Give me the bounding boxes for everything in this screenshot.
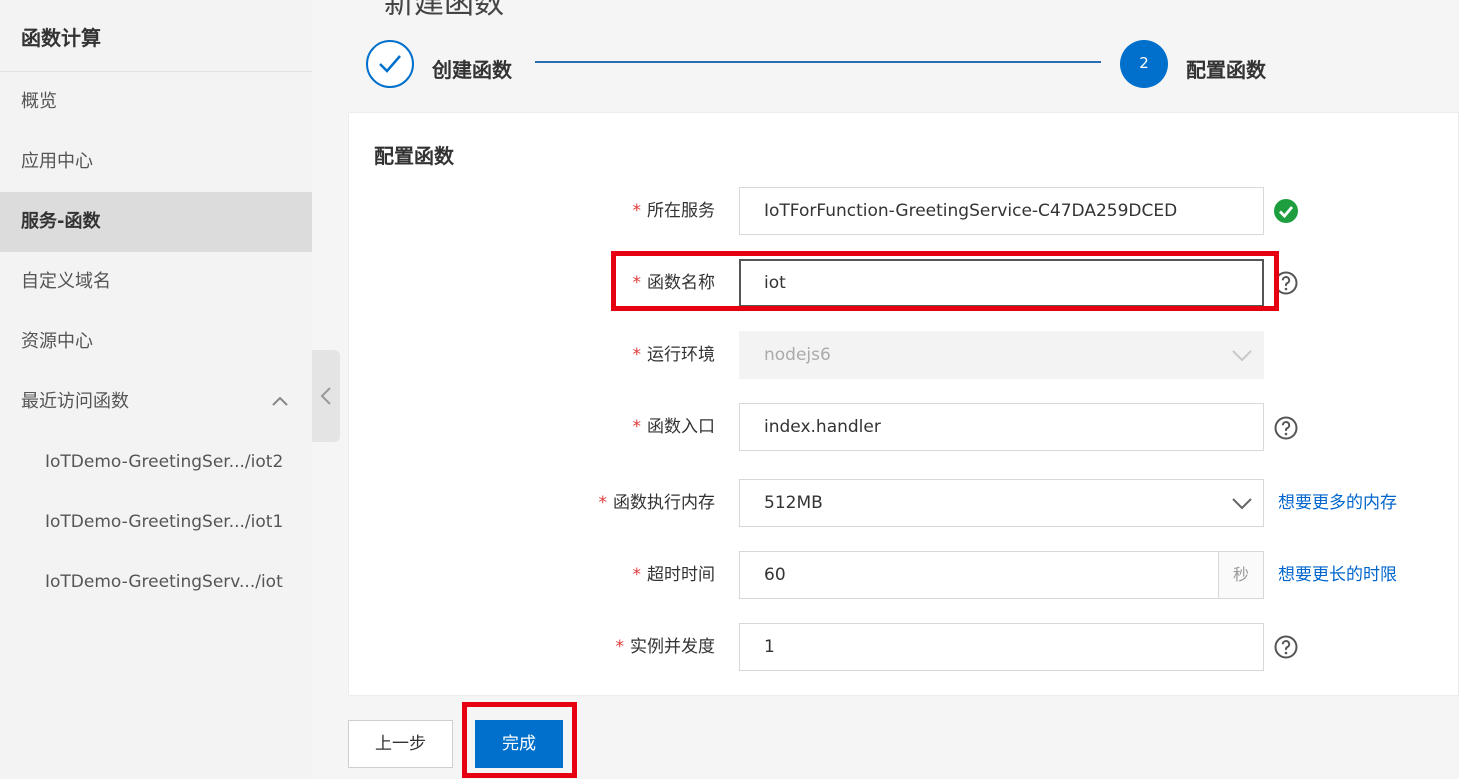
- chevron-down-icon: [1232, 350, 1252, 362]
- chevron-down-icon: [1232, 498, 1252, 510]
- required-mark: *: [632, 201, 642, 221]
- step-2-indicator: 2: [1120, 40, 1168, 88]
- memory-label: * 函数执行内存: [598, 493, 716, 513]
- form-title: 配置函数: [374, 144, 454, 168]
- required-mark: *: [615, 637, 625, 657]
- timeout-label: * 超时时间: [632, 565, 716, 585]
- timeout-row: * 超时时间 60 秒 想要更长的时限: [349, 551, 1459, 599]
- service-label: * 所在服务: [632, 201, 716, 221]
- handler-input[interactable]: index.handler: [739, 403, 1264, 451]
- sidebar-item-app-center[interactable]: 应用中心: [0, 132, 312, 192]
- required-mark: *: [632, 345, 642, 365]
- step-1-indicator: [366, 40, 414, 88]
- timeout-input[interactable]: 60 秒: [739, 551, 1264, 599]
- handler-label: * 函数入口: [632, 417, 716, 437]
- required-mark: *: [632, 565, 642, 585]
- chevron-left-icon: [320, 387, 331, 405]
- sidebar-item-service-function[interactable]: 服务-函数: [0, 192, 312, 252]
- timeout-unit: 秒: [1218, 552, 1263, 598]
- runtime-row: * 运行环境 nodejs6: [349, 331, 1459, 379]
- previous-step-button[interactable]: 上一步: [348, 720, 453, 768]
- sidebar-collapse-toggle[interactable]: [312, 350, 340, 442]
- required-mark: *: [632, 417, 642, 437]
- sidebar-item-overview[interactable]: 概览: [0, 72, 312, 132]
- more-memory-link[interactable]: 想要更多的内存: [1278, 479, 1397, 527]
- help-icon[interactable]: [1274, 416, 1298, 440]
- runtime-label: * 运行环境: [632, 345, 716, 365]
- concurrency-label: * 实例并发度: [615, 637, 716, 657]
- handler-row: * 函数入口 index.handler: [349, 403, 1459, 451]
- success-check-icon: [1274, 199, 1298, 223]
- sidebar-item-resource-center[interactable]: 资源中心: [0, 312, 312, 372]
- finish-button[interactable]: 完成: [475, 720, 563, 768]
- check-icon: [379, 55, 401, 73]
- page-title: 新建函数: [384, 0, 504, 21]
- runtime-select: nodejs6: [739, 331, 1264, 379]
- service-row: * 所在服务 IoTForFunction-GreetingService-C47…: [349, 187, 1459, 235]
- memory-select[interactable]: 512MB: [739, 479, 1264, 527]
- step-2-label: 配置函数: [1186, 58, 1266, 82]
- service-field[interactable]: IoTForFunction-GreetingService-C47DA259D…: [739, 187, 1264, 235]
- recent-function-item[interactable]: IoTDemo-GreetingSer.../iot1: [0, 492, 312, 552]
- sidebar: 函数计算 概览 应用中心 服务-函数 自定义域名 资源中心 最近访问函数 IoT…: [0, 0, 312, 779]
- sidebar-item-custom-domain[interactable]: 自定义域名: [0, 252, 312, 312]
- sidebar-item-label: 最近访问函数: [21, 391, 129, 412]
- chevron-up-icon[interactable]: [270, 392, 290, 412]
- step-1-label: 创建函数: [432, 58, 512, 82]
- memory-row: * 函数执行内存 512MB 想要更多的内存: [349, 479, 1459, 527]
- concurrency-input[interactable]: 1: [739, 623, 1264, 671]
- recent-function-item[interactable]: IoTDemo-GreetingSer.../iot2: [0, 432, 312, 492]
- help-icon[interactable]: [1274, 635, 1298, 659]
- annotation-highlight-function-name: [611, 251, 1279, 311]
- required-mark: *: [598, 493, 608, 513]
- longer-timeout-link[interactable]: 想要更长的时限: [1278, 551, 1397, 599]
- concurrency-row: * 实例并发度 1: [349, 623, 1459, 671]
- recent-function-item[interactable]: IoTDemo-GreetingServ.../iot: [0, 552, 312, 612]
- step-connector: [535, 61, 1101, 63]
- sidebar-title: 函数计算: [0, 0, 312, 72]
- sidebar-item-recent-functions[interactable]: 最近访问函数: [0, 372, 312, 432]
- config-form-card: 配置函数 * 所在服务 IoTForFunction-GreetingServic…: [348, 112, 1459, 696]
